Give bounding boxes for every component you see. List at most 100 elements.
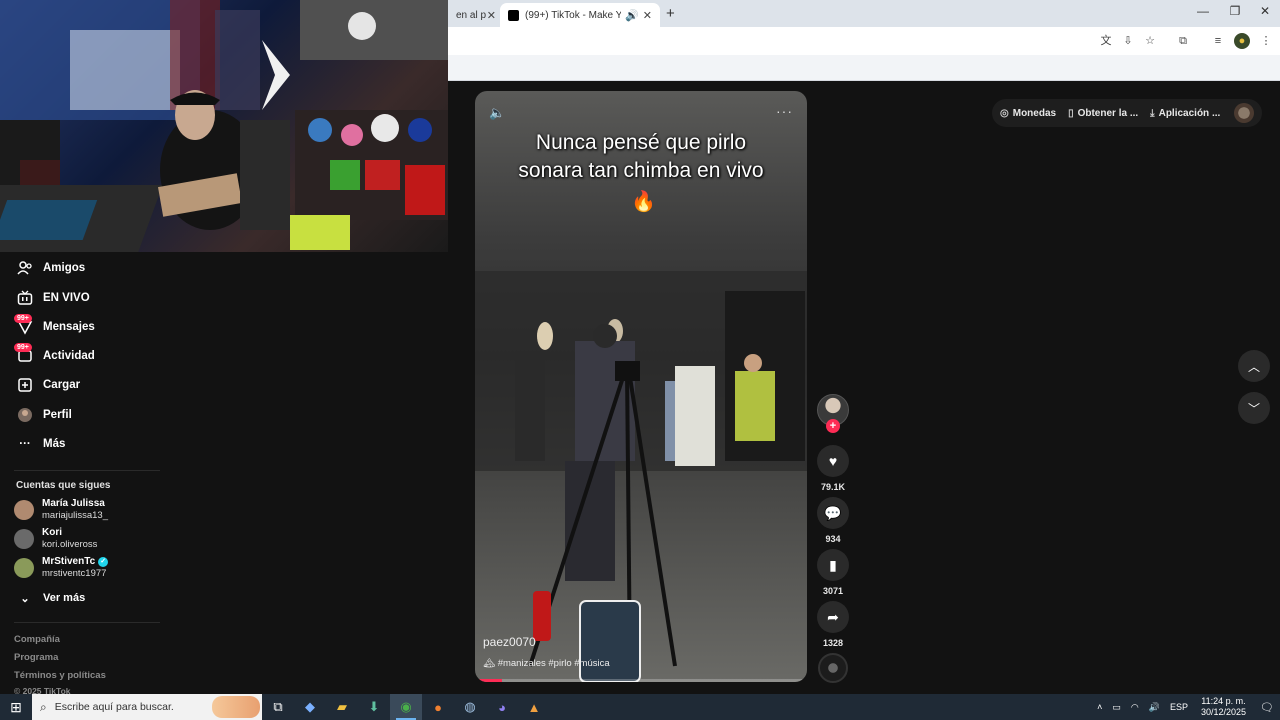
like-count: 79.1K	[820, 482, 846, 492]
sidebar-item-more[interactable]: ··· Más	[16, 433, 65, 455]
live-icon	[16, 289, 34, 307]
sidebar-item-friends[interactable]: Amigos	[16, 257, 85, 279]
share-action[interactable]: ➦ 1328	[817, 601, 849, 648]
new-tab-button[interactable]: +	[666, 5, 675, 22]
account-handle: kori.oliveross	[42, 539, 98, 550]
footer-link-terms[interactable]: Términos y políticas	[14, 670, 106, 681]
download-app-button[interactable]: ⤓ Aplicación ...	[1150, 108, 1220, 119]
coins-icon: ◎	[1000, 107, 1009, 119]
network-icon[interactable]: ▭	[1112, 702, 1121, 713]
sidebar-item-upload[interactable]: Cargar	[16, 374, 80, 396]
user-avatar[interactable]	[1234, 103, 1254, 123]
bookmark-star-icon[interactable]: ☆	[1142, 33, 1158, 49]
minimize-button[interactable]: —	[1188, 4, 1218, 18]
windows-taskbar: ⊞ ⌕ Escribe aquí para buscar. ⧉ ◆ ▰ ⬇ ◉ …	[0, 694, 1280, 720]
sidebar-item-activity[interactable]: 99+ Actividad	[14, 343, 95, 367]
media-control-icon[interactable]: ≡	[1210, 33, 1226, 49]
divider	[14, 470, 160, 471]
browser-menu-icon[interactable]: ⋮	[1258, 33, 1274, 49]
sidebar: Amigos EN VIVO 99+ Mensajes 99+ Activida…	[0, 252, 448, 696]
clock[interactable]: 11:24 p. m. 30/12/2025	[1201, 696, 1246, 718]
close-tab-icon[interactable]: ✕	[643, 9, 652, 22]
comment-icon[interactable]: 💬	[817, 497, 849, 529]
verified-icon: ✓	[98, 557, 109, 567]
steam-icon[interactable]: ◍	[454, 694, 486, 720]
chrome-icon[interactable]: ◉	[390, 694, 422, 720]
footer-link-company[interactable]: Compañía	[14, 634, 60, 645]
previous-video-button[interactable]: ︿	[1238, 350, 1270, 382]
browser-toolbar: 文 ⇩ ☆ ⧉ ≡ ● ⋮	[448, 27, 1280, 55]
obs-icon[interactable]: ▲	[518, 694, 550, 720]
task-view-icon[interactable]: ⧉	[262, 694, 294, 720]
footer-link-program[interactable]: Programa	[14, 652, 58, 663]
translate-icon[interactable]: 文	[1098, 33, 1114, 49]
following-title: Cuentas que sigues	[16, 480, 111, 491]
chevron-down-icon: ⌄	[20, 592, 30, 605]
browser-tab-tiktok[interactable]: (99+) TikTok - Make Your Da 🔊 ✕	[500, 3, 660, 27]
sidebar-item-profile[interactable]: Perfil	[16, 404, 72, 426]
extensions-icon[interactable]: ⧉	[1175, 33, 1191, 49]
next-video-button[interactable]: ﹀	[1238, 392, 1270, 424]
save-action[interactable]: ▮ 3071	[817, 549, 849, 596]
video-player[interactable]: 🔈 ··· Nunca pensé que pirlo sonara tan c…	[475, 91, 807, 682]
notifications-icon[interactable]: 🗨	[1254, 701, 1280, 714]
webcam-scene	[0, 0, 448, 252]
avatar	[14, 529, 34, 549]
get-app-label: Obtener la ...	[1077, 107, 1139, 119]
install-app-icon[interactable]: ⇩	[1120, 33, 1136, 49]
following-account[interactable]: Kori kori.oliveross	[14, 525, 97, 553]
close-window-button[interactable]: ✕	[1250, 4, 1280, 18]
webcam-overlay	[0, 0, 448, 252]
profile-avatar-icon[interactable]: ●	[1234, 33, 1250, 49]
search-icon: ⌕	[40, 699, 47, 714]
get-app-button[interactable]: ▯ Obtener la ...	[1068, 108, 1138, 119]
sidebar-item-messages[interactable]: 99+ Mensajes	[14, 314, 95, 338]
firefox-icon[interactable]: ●	[422, 694, 454, 720]
video-hashtags[interactable]: 🏔 #manizales #pirlo #música	[483, 658, 610, 669]
following-account[interactable]: MrStivenTc ✓ mrstiventc1977	[14, 554, 109, 582]
save-count: 3071	[822, 586, 844, 596]
see-more-button[interactable]: ⌄ Ver más	[16, 587, 85, 609]
phone-icon: ▯	[1068, 107, 1074, 119]
like-action[interactable]: ♥ 79.1K	[817, 445, 849, 492]
header-actions: ◎ Monedas ▯ Obtener la ... ⤓ Aplicación ...	[992, 99, 1262, 127]
messages-icon: 99+	[14, 314, 34, 336]
language-indicator[interactable]: ESP	[1170, 702, 1188, 712]
taskbar-search[interactable]: ⌕ Escribe aquí para buscar.	[32, 694, 262, 720]
file-explorer-icon[interactable]: ▰	[326, 694, 358, 720]
share-icon[interactable]: ➦	[817, 601, 849, 633]
bookmarks-bar	[448, 55, 1280, 81]
sidebar-item-label: Actividad	[43, 350, 95, 362]
close-tab-icon[interactable]: ✕	[487, 9, 496, 22]
copilot-icon[interactable]: ◆	[294, 694, 326, 720]
comment-action[interactable]: 💬 934	[817, 497, 849, 544]
wifi-icon[interactable]: ◠	[1131, 702, 1139, 713]
coins-button[interactable]: ◎ Monedas	[1000, 108, 1056, 119]
tab-label: (99+) TikTok - Make Your Da	[525, 9, 622, 21]
sidebar-item-live[interactable]: EN VIVO	[16, 287, 90, 309]
more-options-icon[interactable]: ···	[776, 103, 793, 119]
chevron-up-icon[interactable]: ˄	[1097, 702, 1102, 712]
fire-emoji: 🔥	[631, 191, 656, 213]
caption-line: Nunca pensé que pirlo	[535, 131, 747, 154]
profile-icon	[16, 406, 34, 424]
windows-start-button[interactable]: ⊞	[0, 694, 32, 720]
video-progress-bar[interactable]	[475, 679, 807, 682]
bookmark-icon[interactable]: ▮	[817, 549, 849, 581]
following-account[interactable]: María Julissa mariajulissa13_	[14, 496, 108, 524]
restore-button[interactable]: ❐	[1220, 4, 1250, 18]
music-disc-icon[interactable]	[818, 653, 848, 683]
browser-tab-previous[interactable]: en al p ✕	[448, 3, 500, 27]
discord-icon[interactable]: ◕	[486, 694, 518, 720]
search-highlight-image	[212, 696, 260, 718]
audio-icon[interactable]: 🔊	[625, 9, 639, 22]
video-progress-fill	[475, 679, 502, 682]
follow-plus-button[interactable]: +	[826, 419, 840, 433]
volume-icon[interactable]: 🔈	[489, 105, 505, 121]
speaker-icon[interactable]: 🔊	[1149, 702, 1160, 713]
divider	[14, 622, 160, 623]
heart-icon[interactable]: ♥	[817, 445, 849, 477]
app-installer-icon[interactable]: ⬇	[358, 694, 390, 720]
video-author[interactable]: paez0070	[483, 635, 536, 649]
chevron-down-icon: ﹀	[1247, 401, 1260, 416]
